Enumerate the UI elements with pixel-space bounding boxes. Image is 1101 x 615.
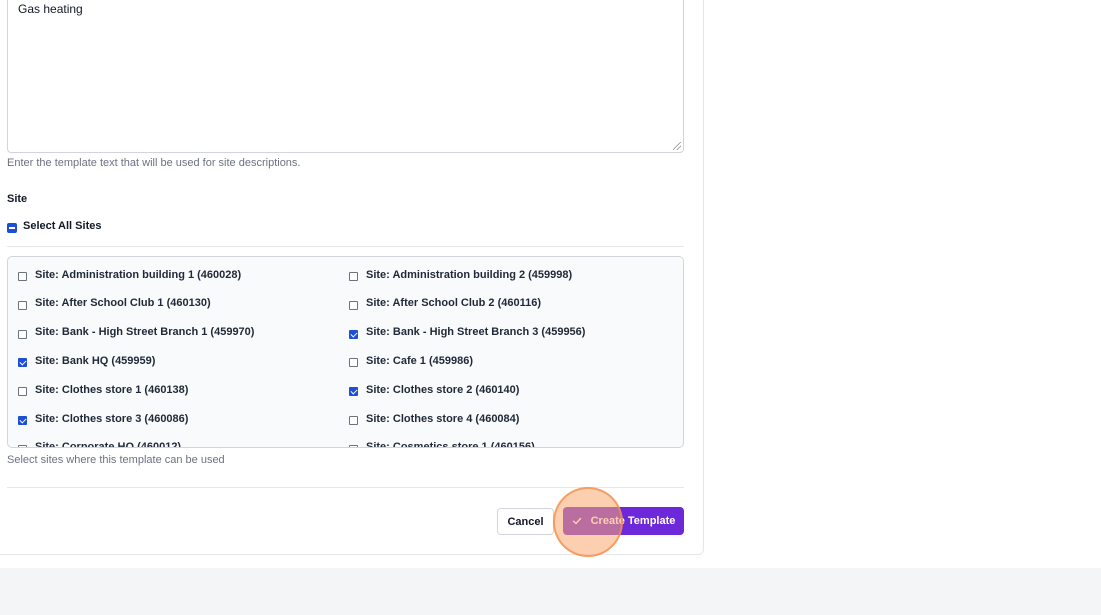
site-option[interactable]: Site: Bank - High Street Branch 3 (45995… xyxy=(349,326,585,339)
site-option[interactable]: Site: Corporate HQ (460012) xyxy=(18,441,182,448)
site-checkbox[interactable] xyxy=(18,272,27,281)
site-option-label: Site: Corporate HQ (460012) xyxy=(35,441,182,448)
divider xyxy=(7,246,684,247)
divider xyxy=(7,487,684,488)
site-option-label: Site: After School Club 1 (460130) xyxy=(35,297,211,310)
description-help-text: Enter the template text that will be use… xyxy=(7,157,301,169)
site-option-label: Site: After School Club 2 (460116) xyxy=(366,297,542,310)
select-all-checkbox[interactable] xyxy=(7,223,17,233)
site-checkbox[interactable] xyxy=(349,444,358,447)
site-checkbox[interactable] xyxy=(18,358,27,368)
site-option-label: Site: Bank - High Street Branch 1 (45997… xyxy=(35,326,255,339)
site-option[interactable]: Site: Cafe 1 (459986) xyxy=(349,354,473,368)
site-option[interactable]: Site: Bank - High Street Branch 1 (45997… xyxy=(18,326,254,339)
site-checkbox[interactable] xyxy=(349,387,358,397)
site-option-label: Site: Bank HQ (459959) xyxy=(35,354,156,367)
site-option[interactable]: Site: Clothes store 2 (460140) xyxy=(349,383,520,397)
select-all-label: Select All Sites xyxy=(23,220,102,232)
site-checkbox[interactable] xyxy=(18,416,27,425)
site-option-label: Site: Cosmetics store 1 (460156) xyxy=(366,441,535,448)
create-template-label: Create Template xyxy=(590,515,676,527)
description-textarea[interactable]: Gas heating xyxy=(7,0,684,153)
page-footer-area xyxy=(0,568,1101,615)
site-list[interactable]: Site: Administration building 1 (460028)… xyxy=(7,256,684,448)
select-all-sites[interactable]: Select All Sites xyxy=(7,219,101,233)
site-option-label: Site: Administration building 2 (459998) xyxy=(366,268,573,281)
site-checkbox[interactable] xyxy=(349,329,358,339)
site-checkbox[interactable] xyxy=(18,387,27,397)
site-option[interactable]: Site: Cosmetics store 1 (460156) xyxy=(349,441,535,448)
site-checkbox[interactable] xyxy=(18,329,27,339)
site-checkbox[interactable] xyxy=(349,358,358,368)
site-option-label: Site: Bank - High Street Branch 3 (45995… xyxy=(366,326,586,339)
site-checkbox[interactable] xyxy=(349,300,358,310)
site-option[interactable]: Site: After School Club 1 (460130) xyxy=(18,297,211,310)
site-option-label: Site: Clothes store 2 (460140) xyxy=(366,383,520,396)
site-option[interactable]: Site: After School Club 2 (460116) xyxy=(349,297,541,310)
site-option[interactable]: Site: Clothes store 3 (460086) xyxy=(18,412,188,425)
site-option-label: Site: Clothes store 3 (460086) xyxy=(35,412,189,425)
cancel-button[interactable]: Cancel xyxy=(497,508,554,535)
site-option[interactable]: Site: Clothes store 4 (460084) xyxy=(349,412,519,425)
site-option[interactable]: Site: Bank HQ (459959) xyxy=(18,354,156,368)
create-template-button[interactable]: Create Template xyxy=(563,507,684,535)
sites-help-text: Select sites where this template can be … xyxy=(7,454,225,466)
resize-handle[interactable] xyxy=(673,142,681,150)
site-checkbox[interactable] xyxy=(18,444,27,447)
check-icon xyxy=(572,517,581,525)
site-option[interactable]: Site: Administration building 2 (459998) xyxy=(349,268,572,281)
site-option-label: Site: Clothes store 1 (460138) xyxy=(35,383,189,396)
site-checkbox[interactable] xyxy=(349,416,358,425)
site-option-label: Site: Cafe 1 (459986) xyxy=(366,354,473,367)
description-text: Gas heating xyxy=(18,2,83,16)
site-option[interactable]: Site: Clothes store 1 (460138) xyxy=(18,383,189,397)
site-option-label: Site: Administration building 1 (460028) xyxy=(35,268,242,281)
site-option-label: Site: Clothes store 4 (460084) xyxy=(366,412,520,425)
site-checkbox[interactable] xyxy=(18,300,27,310)
site-label: Site xyxy=(7,193,28,205)
site-option[interactable]: Site: Administration building 1 (460028) xyxy=(18,268,241,281)
site-checkbox[interactable] xyxy=(349,272,358,281)
